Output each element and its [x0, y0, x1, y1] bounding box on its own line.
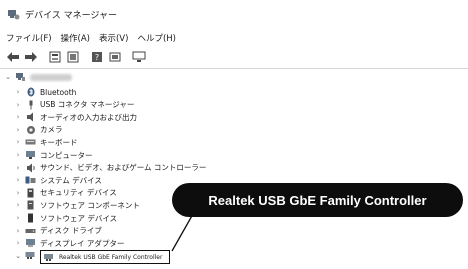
callout-text: Realtek USB GbE Family Controller [208, 192, 427, 208]
callout-pointer [171, 213, 194, 252]
callout-bubble: Realtek USB GbE Family Controller [172, 183, 463, 217]
